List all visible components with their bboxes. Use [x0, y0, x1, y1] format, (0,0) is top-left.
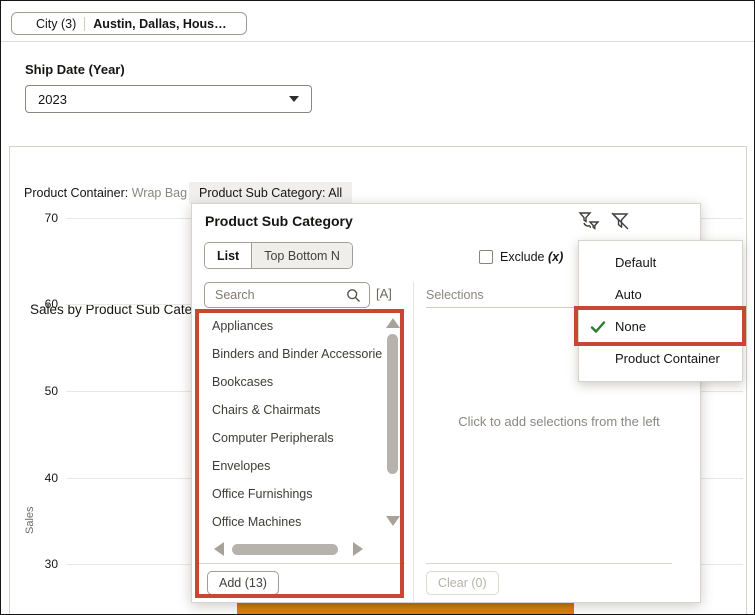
selections-heading: Selections — [426, 288, 484, 302]
clear-button[interactable]: Clear (0) — [426, 571, 499, 595]
exclude-checkbox[interactable] — [479, 250, 493, 264]
y-axis-title: Sales — [24, 506, 36, 534]
app-window: City (3) Austin, Dallas, Hous… Ship Date… — [0, 0, 755, 615]
tab-list-label: List — [217, 248, 240, 263]
clear-button-label: Clear (0) — [438, 576, 487, 590]
limit-values-menu: Default Auto None Product Container — [578, 240, 743, 382]
search-icon — [347, 288, 360, 302]
menu-item-auto[interactable]: Auto — [579, 279, 742, 311]
menu-item-label: Auto — [615, 287, 642, 302]
add-button-label: Add (13) — [219, 576, 267, 590]
list-item[interactable]: Binders and Binder Accessorie — [212, 340, 384, 368]
menu-item-default[interactable]: Default — [579, 247, 742, 279]
list-item[interactable]: Office Furnishings — [212, 480, 384, 508]
y-axis-tick: 30 — [44, 557, 58, 571]
city-filter-chip[interactable]: City (3) Austin, Dallas, Hous… — [11, 12, 247, 35]
y-axis-tick: 50 — [44, 384, 58, 398]
list-item[interactable]: Bookcases — [212, 368, 384, 396]
tab-top-bottom-n[interactable]: Top Bottom N — [251, 243, 352, 268]
match-case-toggle[interactable]: [A] — [376, 286, 392, 301]
tab-label: Product Sub Category: All — [199, 186, 343, 200]
horizontal-scrollbar-thumb[interactable] — [232, 544, 338, 555]
menu-item-product-container[interactable]: Product Container — [579, 343, 742, 375]
scroll-right-arrow[interactable] — [353, 542, 363, 556]
right-footer-divider — [426, 563, 672, 564]
y-axis-tick: 70 — [44, 211, 58, 225]
city-filter-values: Austin, Dallas, Hous… — [93, 16, 227, 31]
menu-item-label: Default — [615, 255, 657, 270]
chevron-down-icon — [289, 96, 299, 102]
check-icon — [590, 321, 606, 333]
y-axis-tick: 60 — [44, 297, 58, 311]
vertical-scrollbar-thumb[interactable] — [387, 334, 398, 474]
list-item[interactable]: Appliances — [212, 312, 384, 340]
list-topbottom-toggle: List Top Bottom N — [204, 242, 353, 269]
breadcrumb-label: Product Container: — [24, 186, 129, 200]
header-divider — [1, 41, 754, 42]
breadcrumb-value: Wrap Bag — [128, 186, 188, 200]
city-filter-label: City (3) — [36, 16, 77, 31]
list-item[interactable]: Computer Peripherals — [212, 424, 384, 452]
exclude-checkbox-row[interactable]: Exclude (x) — [479, 250, 563, 264]
chip-divider — [84, 16, 86, 31]
exclude-label: Exclude (x) — [500, 250, 564, 264]
search-placeholder: Search — [215, 288, 255, 302]
tab-list[interactable]: List — [205, 243, 252, 268]
scroll-up-arrow[interactable] — [386, 318, 400, 328]
y-axis-tick: 40 — [44, 471, 58, 485]
dialog-title: Product Sub Category — [205, 213, 353, 229]
ship-date-select[interactable]: 2023 — [25, 85, 312, 113]
menu-item-none[interactable]: None — [579, 311, 742, 343]
scroll-down-arrow[interactable] — [386, 516, 400, 526]
menu-item-label: None — [615, 319, 647, 334]
list-item[interactable]: Chairs & Chairmats — [212, 396, 384, 424]
list-item[interactable]: Office Machines — [212, 508, 384, 536]
ship-date-label: Ship Date (Year) — [25, 62, 125, 77]
exclude-x: (x) — [547, 250, 564, 264]
limit-values-icon[interactable] — [578, 210, 600, 232]
panel-divider — [413, 282, 414, 602]
ship-date-value: 2023 — [38, 91, 67, 107]
remove-filter-icon[interactable] — [609, 210, 631, 232]
tab-product-sub-category[interactable]: Product Sub Category: All — [189, 182, 353, 204]
selections-empty-message: Click to add selections from the left — [458, 414, 660, 429]
scroll-left-arrow[interactable] — [214, 542, 224, 556]
search-input[interactable]: Search — [204, 282, 370, 308]
menu-item-label: Product Container — [615, 351, 720, 366]
add-button[interactable]: Add (13) — [207, 571, 279, 595]
breadcrumb-product-container[interactable]: Product Container: Wrap Bag — [24, 186, 187, 200]
tab-top-bottom-label: Top Bottom N — [264, 248, 340, 263]
left-footer-divider — [197, 563, 405, 564]
list-item[interactable]: Envelopes — [212, 452, 384, 480]
